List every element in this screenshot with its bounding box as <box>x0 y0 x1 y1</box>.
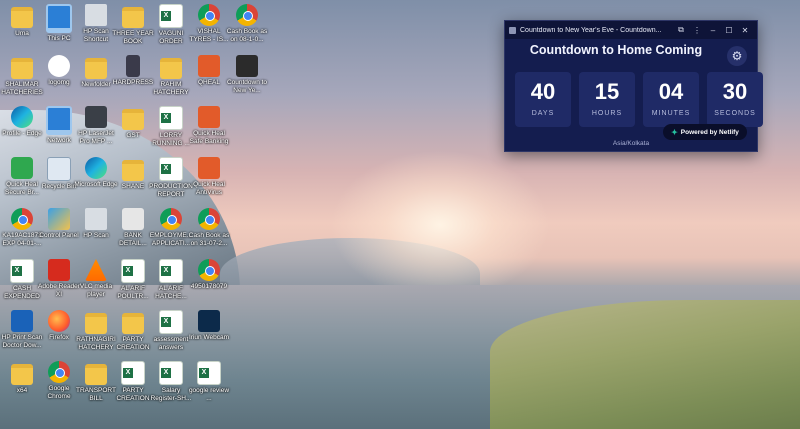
days-value: 40 <box>530 79 556 104</box>
monitor-icon <box>46 4 72 33</box>
desktop-icon-label: Cash Book as on 31-07-2... <box>188 232 230 247</box>
phone-icon <box>126 55 140 77</box>
shalimar-icon <box>48 55 70 77</box>
edge-icon <box>11 106 33 128</box>
desktop-icon[interactable]: Iriun Webcam <box>187 310 231 362</box>
folder-icon <box>122 313 144 334</box>
green-icon <box>11 157 33 179</box>
maximize-button[interactable]: ☐ <box>721 26 737 35</box>
gear-icon[interactable]: ⚙ <box>727 46 747 66</box>
excel-icon <box>159 106 183 130</box>
netlify-badge-label: Powered by Netlify <box>680 128 739 136</box>
chrome-icon <box>236 4 258 26</box>
printer-icon <box>85 106 107 128</box>
desktop-icon[interactable]: Cash Book as on 08-1-0... <box>225 4 269 56</box>
cpanel-icon <box>48 208 70 230</box>
webcam-icon <box>198 310 220 332</box>
seconds-label: SECONDS <box>714 110 756 117</box>
excel-icon <box>159 259 183 283</box>
timezone-label: Asia/Kolkata <box>612 140 650 147</box>
close-button[interactable]: ✕ <box>737 26 753 35</box>
chrome-icon <box>160 208 182 230</box>
desktop-icon-label: google review ... <box>188 387 230 402</box>
minimize-button[interactable]: – <box>705 26 721 35</box>
bank-icon <box>122 208 144 230</box>
desktop-icon[interactable]: 4950178079 <box>187 259 231 311</box>
more-options-icon[interactable]: ⋮ <box>689 26 705 35</box>
minutes-value: 04 <box>658 79 684 104</box>
edge-icon <box>85 157 107 179</box>
desktop-icon-label: Iriun Webcam <box>189 334 229 341</box>
scanner-icon <box>85 208 107 230</box>
vlc-icon <box>85 259 107 281</box>
qheal-icon <box>198 55 220 77</box>
desktop-icon[interactable]: Quick Heal Safe Banking <box>187 106 231 158</box>
folder-icon <box>122 109 144 130</box>
countdown-minutes: 04 MINUTES <box>643 72 699 127</box>
firefox-icon <box>48 310 70 332</box>
desktop-icon-label: Cash Book as on 08-1-0... <box>226 28 268 43</box>
desktop-icon-label: Countdown to New Ye... <box>226 79 268 94</box>
hp-icon <box>11 310 33 332</box>
hours-value: 15 <box>594 79 620 104</box>
excel-icon <box>159 361 183 385</box>
countdown-units: 40 DAYS 15 HOURS 04 MINUTES 30 SECONDS <box>515 72 763 127</box>
chrome-icon <box>198 208 220 230</box>
folder-icon <box>160 58 182 79</box>
folder-icon <box>11 58 33 79</box>
excel-icon <box>159 157 183 181</box>
folder-icon <box>11 364 33 385</box>
countdown-heading: Countdown to Home Coming <box>529 43 703 57</box>
countdown-seconds: 30 SECONDS <box>707 72 763 127</box>
excel-icon <box>197 361 221 385</box>
qheal-icon <box>198 106 220 128</box>
folder-icon <box>85 58 107 79</box>
excel-icon <box>159 310 183 334</box>
desktop-icon-label: 4950178079 <box>190 283 228 290</box>
scanner-icon <box>85 4 107 26</box>
folder-icon <box>122 160 144 181</box>
pdf-icon <box>48 259 70 281</box>
countdown-hours: 15 HOURS <box>579 72 635 127</box>
days-label: DAYS <box>531 110 555 117</box>
dark-icon <box>236 55 258 77</box>
hours-label: HOURS <box>591 110 623 117</box>
chrome-icon <box>48 361 70 383</box>
qheal-icon <box>198 157 220 179</box>
netlify-icon: ✦ <box>671 127 678 137</box>
excel-icon <box>121 259 145 283</box>
app-icon <box>509 26 516 34</box>
seconds-value: 30 <box>722 79 748 104</box>
folder-icon <box>85 364 107 385</box>
wallpaper-grass <box>490 300 800 429</box>
widget-titlebar[interactable]: Countdown to New Year's Eve - Countdown.… <box>505 21 757 39</box>
netlify-badge[interactable]: ✦ Powered by Netlify <box>663 124 747 140</box>
chrome-icon <box>198 4 220 26</box>
chrome-icon <box>11 208 33 230</box>
folder-icon <box>85 313 107 334</box>
wallpaper-sun-glow <box>330 150 550 300</box>
extension-icon[interactable]: ⧉ <box>673 25 689 35</box>
bin-icon <box>47 157 71 181</box>
folder-icon <box>122 7 144 28</box>
excel-icon <box>121 361 145 385</box>
desktop-icon[interactable]: google review ... <box>187 361 231 413</box>
countdown-days: 40 DAYS <box>515 72 571 127</box>
minutes-label: MINUTES <box>651 110 691 117</box>
desktop-wallpaper: Uma This PC HP Scan Shortcut THREE YEAR BOO… <box>0 0 800 429</box>
desktop-icon-label: Quick Heal AntiVirus <box>193 181 225 196</box>
desktop-icon-label: Quick Heal Safe Banking <box>189 130 229 145</box>
excel-icon <box>10 259 34 283</box>
desktop-icon[interactable]: Countdown to New Ye... <box>225 55 269 107</box>
folder-icon <box>11 7 33 28</box>
excel-icon <box>159 4 183 28</box>
desktop-icon[interactable]: Quick Heal AntiVirus <box>187 157 231 209</box>
window-title: Countdown to New Year's Eve - Countdown.… <box>520 26 662 34</box>
monitor-icon <box>46 106 72 135</box>
desktop-icon[interactable]: Cash Book as on 31-07-2... <box>187 208 231 260</box>
countdown-widget-window[interactable]: Countdown to New Year's Eve - Countdown.… <box>504 20 763 152</box>
chrome-icon <box>198 259 220 281</box>
